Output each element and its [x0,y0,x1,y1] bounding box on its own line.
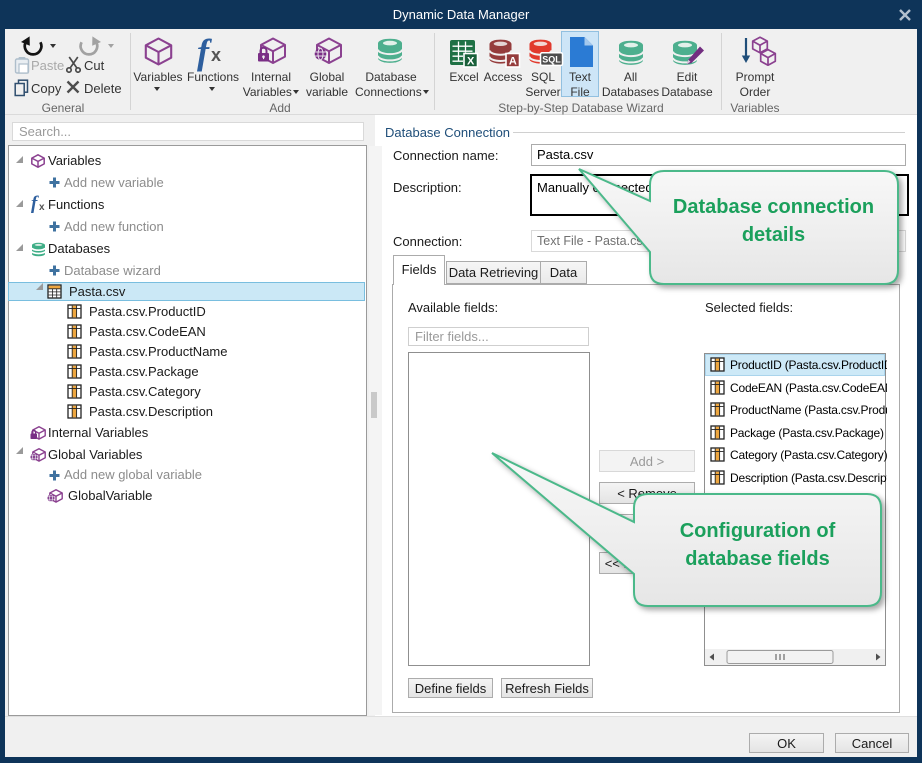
svg-text:X: X [467,55,475,67]
svg-text:A: A [509,55,517,67]
svg-text:SQL: SQL [542,55,561,65]
